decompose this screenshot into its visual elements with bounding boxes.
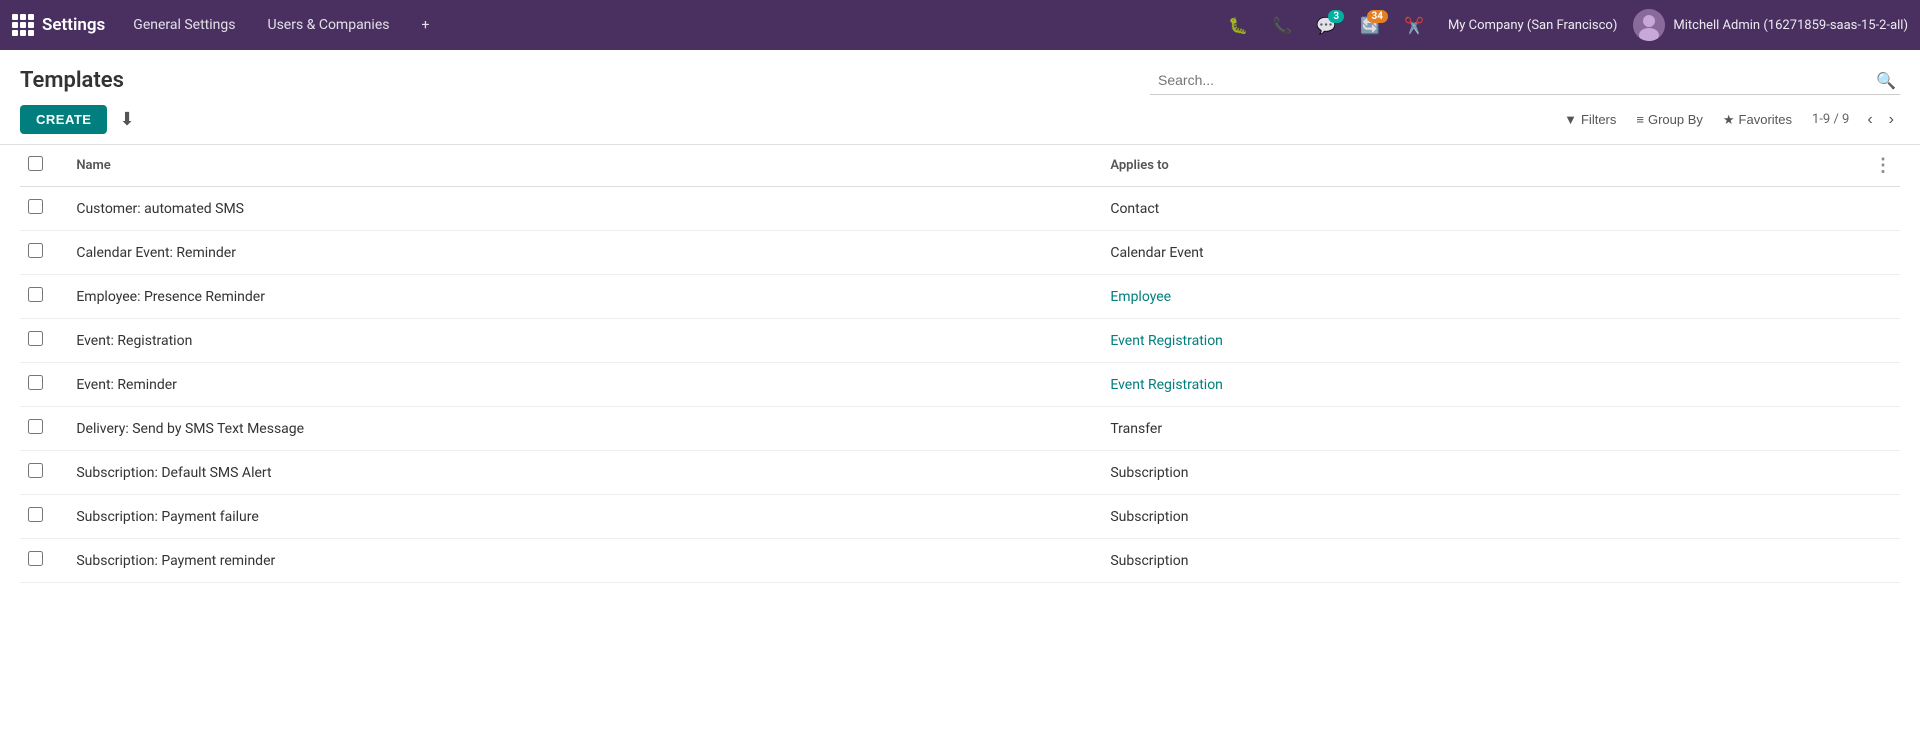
row-name: Customer: automated SMS bbox=[68, 187, 1102, 231]
row-applies-to: Subscription bbox=[1102, 539, 1854, 583]
company-info: My Company (San Francisco) bbox=[1440, 18, 1625, 33]
group-icon: ≡ bbox=[1636, 112, 1644, 127]
activity-icon-btn[interactable]: 🔄 34 bbox=[1352, 12, 1388, 39]
row-applies-to: Employee bbox=[1102, 275, 1854, 319]
row-checkbox[interactable] bbox=[28, 199, 43, 214]
row-name: Event: Registration bbox=[68, 319, 1102, 363]
row-checkbox[interactable] bbox=[28, 507, 43, 522]
table-row[interactable]: Event: ReminderEvent Registration bbox=[20, 363, 1900, 407]
table-container: Name Applies to ⋮ Customer: automated SM… bbox=[0, 145, 1920, 583]
next-page-button[interactable]: › bbox=[1883, 109, 1900, 131]
row-applies-to: Event Registration bbox=[1102, 319, 1854, 363]
table-row[interactable]: Event: RegistrationEvent Registration bbox=[20, 319, 1900, 363]
row-name: Event: Reminder bbox=[68, 363, 1102, 407]
search-icon[interactable]: 🔍 bbox=[1876, 71, 1896, 90]
filter-icon: ▼ bbox=[1564, 112, 1577, 127]
table-row[interactable]: Subscription: Payment failureSubscriptio… bbox=[20, 495, 1900, 539]
table-row[interactable]: Customer: automated SMSContact bbox=[20, 187, 1900, 231]
group-by-button[interactable]: ≡ Group By bbox=[1628, 108, 1711, 131]
toolbar: CREATE ⬇ ▼ Filters ≡ Group By ★ Favorite… bbox=[0, 95, 1920, 145]
download-icon-btn[interactable]: ⬇ bbox=[111, 105, 142, 134]
table-row[interactable]: Employee: Presence ReminderEmployee bbox=[20, 275, 1900, 319]
chat-icon-btn[interactable]: 💬 3 bbox=[1308, 12, 1344, 39]
col-header-applies[interactable]: Applies to bbox=[1102, 145, 1854, 187]
table-row[interactable]: Subscription: Default SMS AlertSubscript… bbox=[20, 451, 1900, 495]
nav-general-settings[interactable]: General Settings bbox=[121, 11, 247, 39]
row-applies-to: Event Registration bbox=[1102, 363, 1854, 407]
row-checkbox[interactable] bbox=[28, 287, 43, 302]
user-avatar[interactable] bbox=[1633, 9, 1665, 41]
brand-label: Settings bbox=[42, 15, 105, 35]
user-info: Mitchell Admin (16271859-saas-15-2-all) bbox=[1673, 18, 1908, 33]
table-row[interactable]: Delivery: Send by SMS Text MessageTransf… bbox=[20, 407, 1900, 451]
row-name: Calendar Event: Reminder bbox=[68, 231, 1102, 275]
row-applies-to: Subscription bbox=[1102, 451, 1854, 495]
activity-badge: 34 bbox=[1367, 10, 1388, 23]
apps-icon bbox=[12, 14, 34, 36]
phone-icon-btn[interactable]: 📞 bbox=[1264, 12, 1300, 39]
row-name: Subscription: Default SMS Alert bbox=[68, 451, 1102, 495]
search-box: 🔍 bbox=[1150, 66, 1900, 95]
nav-users-companies[interactable]: Users & Companies bbox=[255, 11, 401, 39]
templates-table: Name Applies to ⋮ Customer: automated SM… bbox=[20, 145, 1900, 583]
row-applies-to: Calendar Event bbox=[1102, 231, 1854, 275]
row-checkbox[interactable] bbox=[28, 551, 43, 566]
favorites-button[interactable]: ★ Favorites bbox=[1715, 108, 1800, 132]
row-name: Subscription: Payment reminder bbox=[68, 539, 1102, 583]
row-applies-to: Contact bbox=[1102, 187, 1854, 231]
filters-button[interactable]: ▼ Filters bbox=[1556, 108, 1624, 131]
navbar: Settings General Settings Users & Compan… bbox=[0, 0, 1920, 50]
row-applies-to: Subscription bbox=[1102, 495, 1854, 539]
select-all-checkbox[interactable] bbox=[28, 156, 43, 171]
row-applies-to: Transfer bbox=[1102, 407, 1854, 451]
toolbar-right: ▼ Filters ≡ Group By ★ Favorites 1-9 / 9… bbox=[1556, 108, 1900, 132]
table-row[interactable]: Calendar Event: ReminderCalendar Event bbox=[20, 231, 1900, 275]
row-checkbox[interactable] bbox=[28, 419, 43, 434]
nav-add[interactable]: + bbox=[409, 11, 441, 39]
row-checkbox[interactable] bbox=[28, 243, 43, 258]
row-name: Employee: Presence Reminder bbox=[68, 275, 1102, 319]
pagination-info: 1-9 / 9 bbox=[1804, 112, 1857, 127]
prev-page-button[interactable]: ‹ bbox=[1861, 109, 1878, 131]
row-name: Subscription: Payment failure bbox=[68, 495, 1102, 539]
row-checkbox[interactable] bbox=[28, 375, 43, 390]
brand[interactable]: Settings bbox=[12, 14, 105, 36]
row-name: Delivery: Send by SMS Text Message bbox=[68, 407, 1102, 451]
row-checkbox[interactable] bbox=[28, 331, 43, 346]
row-checkbox[interactable] bbox=[28, 463, 43, 478]
table-row[interactable]: Subscription: Payment reminderSubscripti… bbox=[20, 539, 1900, 583]
page-header: Templates 🔍 bbox=[0, 50, 1920, 95]
main-content: Templates 🔍 CREATE ⬇ ▼ Filters ≡ Group B… bbox=[0, 50, 1920, 732]
star-icon: ★ bbox=[1723, 112, 1735, 128]
wrench-icon-btn[interactable]: ✂️ bbox=[1396, 12, 1432, 39]
col-header-name[interactable]: Name bbox=[68, 145, 1102, 187]
debug-icon-btn[interactable]: 🐛 bbox=[1220, 12, 1256, 39]
search-input[interactable] bbox=[1154, 70, 1876, 90]
chat-badge: 3 bbox=[1328, 10, 1344, 23]
column-options-icon[interactable]: ⋮ bbox=[1874, 155, 1892, 176]
create-button[interactable]: CREATE bbox=[20, 105, 107, 134]
page-title: Templates bbox=[20, 68, 124, 93]
